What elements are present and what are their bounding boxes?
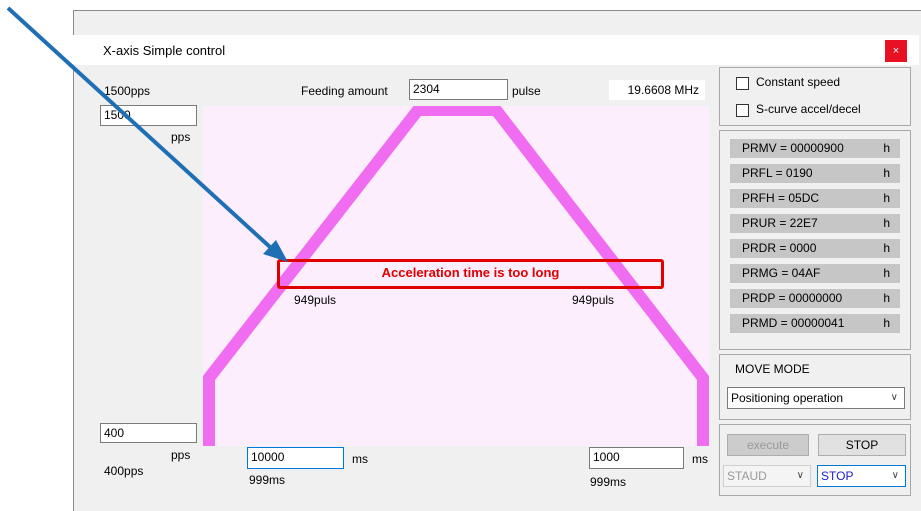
arrow-shaft bbox=[6, 6, 272, 249]
annotation-arrow bbox=[6, 6, 288, 262]
